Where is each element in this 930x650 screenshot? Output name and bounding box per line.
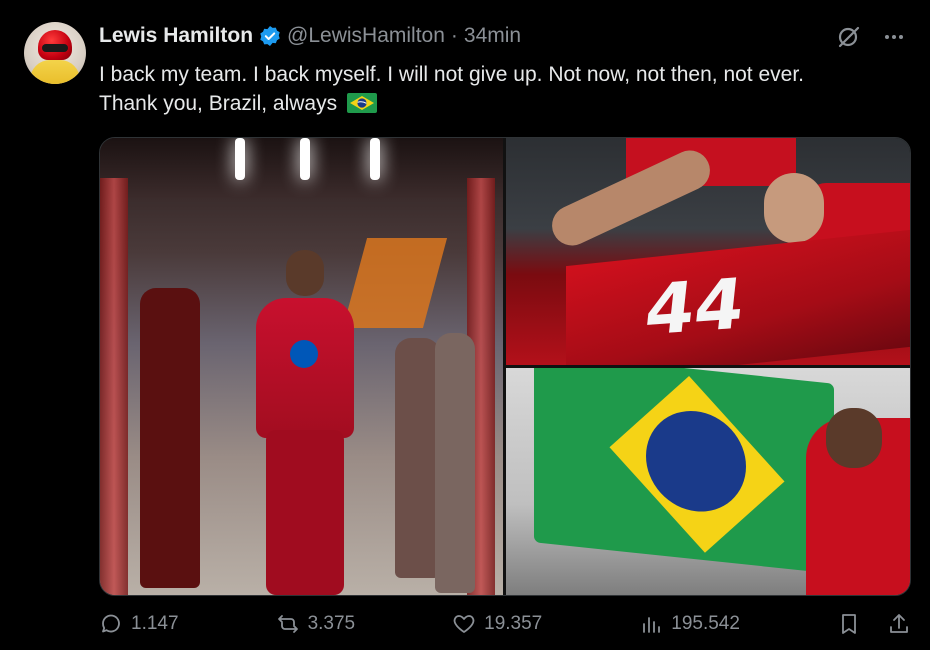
reply-icon [102, 614, 120, 633]
tweet: Lewis Hamilton @LewisHamilton · 34min I … [0, 0, 930, 650]
separator-dot: · [450, 24, 458, 47]
photo-brazil-flag[interactable] [506, 368, 910, 595]
bookmark-button[interactable] [837, 612, 861, 636]
brazil-flag-icon [346, 92, 377, 113]
verified-badge-icon [259, 25, 281, 47]
tweet-timestamp[interactable]: 34min [464, 24, 521, 48]
author-handle[interactable]: @LewisHamilton [287, 24, 445, 48]
heart-icon [453, 615, 475, 633]
top-actions [836, 24, 906, 50]
more-options-icon[interactable] [882, 25, 906, 49]
repost-icon [277, 615, 298, 633]
tweet-media-grid: 44 [99, 137, 911, 596]
author-avatar[interactable] [24, 22, 86, 84]
secondary-actions [837, 612, 911, 636]
author-name[interactable]: Lewis Hamilton [99, 24, 253, 48]
like-button[interactable]: 19.357 [452, 612, 542, 636]
grok-icon[interactable] [836, 24, 862, 50]
share-icon [890, 614, 908, 633]
car-number-label: 44 [641, 262, 749, 352]
tweet-text-line-2: Thank you, Brazil, always [99, 89, 919, 118]
views-count: 195.542 [671, 613, 740, 634]
tweet-text-line-1: I back my team. I back myself. I will no… [99, 63, 804, 86]
photo-car-44[interactable]: 44 [506, 138, 910, 365]
share-button[interactable] [887, 612, 911, 636]
photo-driver-walking[interactable] [100, 138, 503, 595]
bookmark-icon [842, 614, 856, 634]
views-button[interactable]: 195.542 [639, 612, 740, 636]
reply-button[interactable]: 1.147 [99, 612, 179, 636]
reply-count: 1.147 [131, 613, 179, 634]
tweet-actions-bar: 1.147 3.375 19.357 195.542 [99, 612, 911, 636]
tweet-text-line-2-text: Thank you, Brazil, always [99, 92, 338, 115]
repost-count: 3.375 [307, 613, 356, 634]
like-count: 19.357 [484, 613, 543, 634]
tweet-header: Lewis Hamilton @LewisHamilton · 34min [99, 23, 521, 49]
views-chart-icon [643, 617, 661, 633]
repost-button[interactable]: 3.375 [276, 612, 356, 636]
tweet-text: I back my team. I back myself. I will no… [99, 60, 919, 118]
